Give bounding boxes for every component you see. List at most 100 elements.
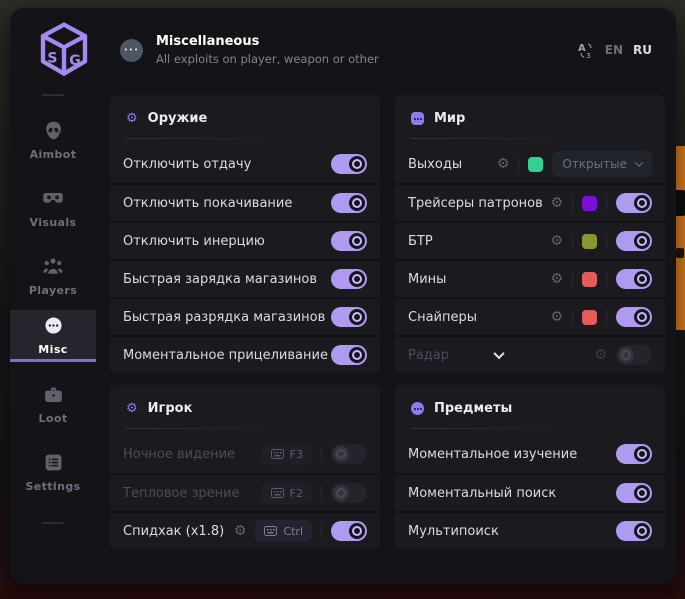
- toggle-switch[interactable]: [331, 444, 367, 464]
- toggle-switch[interactable]: [331, 154, 367, 174]
- sidebar-item-players[interactable]: Players: [10, 242, 96, 310]
- setting-row: Отключить покачивание: [110, 183, 380, 221]
- translate-icon: A з: [578, 42, 595, 59]
- setting-label: Тепловое зрение: [123, 486, 240, 501]
- toggle-switch[interactable]: [331, 483, 367, 503]
- divider: [321, 447, 322, 462]
- toggle-switch[interactable]: [616, 345, 652, 365]
- setting-row: Выходы ⚙ Открытые: [395, 145, 665, 183]
- toggle-knob: [349, 233, 365, 249]
- toggle-knob: [634, 309, 650, 325]
- setting-label: Быстрая зарядка магазинов: [123, 272, 317, 287]
- section-weapon: ⚙ Оружие Отключить отдачу Отключить пока…: [110, 95, 380, 373]
- setting-label: Снайперы: [408, 310, 477, 325]
- setting-row: Быстрая зарядка магазинов: [110, 259, 380, 297]
- setting-label: Отключить покачивание: [123, 196, 292, 211]
- page-subtitle: All exploits on player, weapon or other: [156, 52, 379, 66]
- keyboard-icon: [264, 526, 277, 536]
- toggle-switch[interactable]: [616, 231, 652, 251]
- divider: [572, 196, 573, 211]
- color-swatch[interactable]: [582, 310, 597, 325]
- hotkey-badge[interactable]: F2: [262, 482, 312, 504]
- toggle-switch[interactable]: [331, 269, 367, 289]
- gear-icon[interactable]: ⚙: [550, 234, 563, 248]
- toggle-knob: [634, 233, 650, 249]
- toggle-switch[interactable]: [616, 193, 652, 213]
- svg-text:з: з: [586, 51, 591, 59]
- section-title: Предметы: [434, 401, 512, 416]
- divider: [411, 138, 578, 139]
- divider: [606, 272, 607, 287]
- vr-goggles-icon: [42, 187, 64, 209]
- toggle-switch[interactable]: [616, 483, 652, 503]
- toggle-switch[interactable]: [331, 231, 367, 251]
- chevron-down-icon[interactable]: [493, 348, 504, 359]
- sidebar-item-visuals[interactable]: Visuals: [10, 174, 96, 242]
- cheat-menu-window: S G ••• Miscellaneous All exploits on pl…: [10, 8, 676, 584]
- language-switcher: A з EN RU: [578, 42, 652, 59]
- sidebar: Aimbot Visuals Play: [10, 92, 96, 584]
- divider: [572, 310, 573, 325]
- lang-en-button[interactable]: EN: [605, 43, 623, 57]
- gear-icon[interactable]: ⚙: [550, 196, 563, 210]
- sidebar-item-label: Settings: [25, 480, 80, 493]
- setting-label: Отключить инерцию: [123, 234, 265, 249]
- toggle-switch[interactable]: [616, 521, 652, 541]
- toggle-switch[interactable]: [331, 521, 367, 541]
- setting-label: БТР: [408, 234, 433, 249]
- hotkey-label: F3: [290, 448, 303, 461]
- setting-label: Моментальное прицеливание: [123, 348, 328, 363]
- setting-row: Трейсеры патронов ⚙: [395, 183, 665, 221]
- game-background-detail: [676, 248, 684, 258]
- sidebar-item-aimbot[interactable]: Aimbot: [10, 106, 96, 174]
- game-background-detail: [675, 190, 685, 216]
- exits-dropdown[interactable]: Открытые: [552, 151, 652, 177]
- players-icon: [42, 255, 64, 277]
- color-swatch[interactable]: [582, 234, 597, 249]
- main-content: ⚙ Оружие Отключить отдачу Отключить пока…: [96, 92, 676, 584]
- list-icon: [43, 452, 64, 473]
- hotkey-label: F2: [290, 487, 303, 500]
- sidebar-item-label: Aimbot: [30, 148, 77, 161]
- color-swatch[interactable]: [582, 196, 597, 211]
- sidebar-item-settings[interactable]: Settings: [10, 438, 96, 506]
- gear-icon[interactable]: ⚙: [550, 310, 563, 324]
- sidebar-item-misc[interactable]: Misc: [10, 310, 96, 362]
- app-logo: S G: [32, 21, 96, 79]
- setting-row: Мультипоиск: [395, 511, 665, 549]
- toggle-knob: [618, 347, 634, 363]
- gear-icon: ⚙: [126, 402, 138, 415]
- sidebar-item-loot[interactable]: Loot: [10, 370, 96, 438]
- divider: [42, 94, 64, 96]
- color-swatch[interactable]: [528, 157, 543, 172]
- gear-icon[interactable]: ⚙: [550, 272, 563, 286]
- toggle-switch[interactable]: [616, 307, 652, 327]
- color-swatch[interactable]: [582, 272, 597, 287]
- briefcase-icon: [43, 384, 64, 405]
- toggle-switch[interactable]: [331, 345, 367, 365]
- setting-row: Тепловое зрение F2: [110, 473, 380, 511]
- hotkey-badge[interactable]: Ctrl: [255, 520, 312, 542]
- keyboard-icon: [271, 488, 284, 498]
- divider: [606, 310, 607, 325]
- gear-icon[interactable]: ⚙: [234, 524, 247, 538]
- svg-text:A: A: [578, 43, 586, 54]
- toggle-switch[interactable]: [331, 307, 367, 327]
- lang-ru-button[interactable]: RU: [633, 43, 652, 57]
- toggle-switch[interactable]: [616, 269, 652, 289]
- setting-row: Моментальное прицеливание: [110, 335, 380, 373]
- section-title: Игрок: [148, 401, 193, 416]
- gear-icon[interactable]: ⚙: [497, 157, 510, 171]
- header: S G ••• Miscellaneous All exploits on pl…: [10, 8, 676, 92]
- section-title: Мир: [434, 111, 465, 126]
- toggle-switch[interactable]: [331, 193, 367, 213]
- divider: [126, 138, 293, 139]
- setting-row: Отключить отдачу: [110, 145, 380, 183]
- gear-icon[interactable]: ⚙: [594, 348, 607, 362]
- setting-label: Отключить отдачу: [123, 157, 251, 172]
- setting-row: Радар ⚙: [395, 335, 665, 373]
- toggle-switch[interactable]: [616, 444, 652, 464]
- hotkey-badge[interactable]: F3: [262, 443, 312, 465]
- ellipsis-glyph: •••: [124, 47, 139, 54]
- setting-label: Трейсеры патронов: [408, 196, 543, 211]
